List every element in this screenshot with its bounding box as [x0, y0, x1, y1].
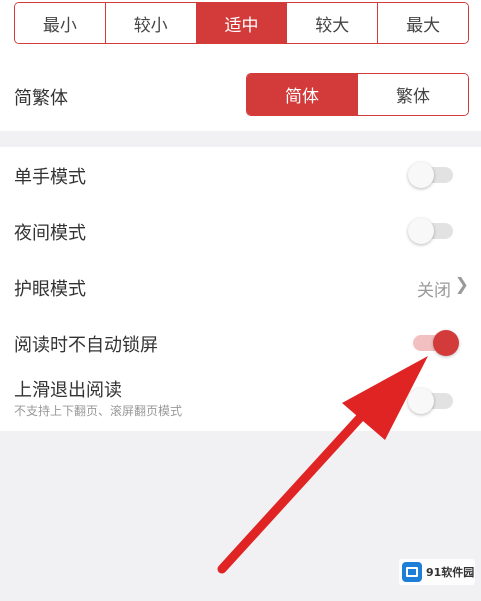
font-size-option-medium[interactable]: 适中	[195, 3, 287, 43]
script-selector: 简体 繁体	[246, 73, 469, 116]
setting-row-night-mode[interactable]: 夜间模式	[0, 203, 481, 259]
toggle-knob	[408, 218, 434, 244]
setting-row-no-auto-lock[interactable]: 阅读时不自动锁屏	[0, 315, 481, 371]
swipe-exit-sublabel: 不支持上下翻页、滚屏翻页模式	[14, 404, 183, 418]
no-auto-lock-toggle[interactable]	[413, 330, 459, 356]
swipe-exit-label: 上滑退出阅读	[14, 380, 122, 401]
swipe-exit-toggle[interactable]	[408, 388, 453, 414]
eye-care-mode-label: 护眼模式	[14, 279, 86, 300]
font-size-option-large[interactable]: 较大	[286, 3, 378, 43]
one-hand-mode-toggle[interactable]	[408, 162, 453, 188]
no-auto-lock-label: 阅读时不自动锁屏	[14, 335, 158, 356]
font-size-option-largest[interactable]: 最大	[377, 3, 468, 43]
script-setting-label: 简繁体	[14, 88, 68, 109]
script-option-simplified[interactable]: 简体	[247, 74, 357, 115]
watermark-logo-icon	[402, 562, 422, 582]
watermark-brand: 91软件园	[426, 566, 475, 579]
setting-row-one-hand-mode[interactable]: 单手模式	[0, 147, 481, 203]
setting-row-eye-care-mode[interactable]: 护眼模式 关闭 ❯	[0, 259, 481, 315]
toggle-knob	[433, 330, 459, 356]
settings-list: 单手模式 夜间模式 护眼模式 关闭 ❯ 阅读时不自动锁屏 上滑退出阅读 不支持上…	[0, 147, 481, 431]
script-option-traditional[interactable]: 繁体	[357, 74, 468, 115]
watermark: 91软件园	[399, 559, 475, 585]
font-size-option-small[interactable]: 较小	[104, 3, 196, 43]
toggle-knob	[408, 162, 434, 188]
chevron-right-icon: ❯	[454, 275, 469, 295]
reader-settings-top: 最小 较小 适中 较大 最大 简繁体 简体 繁体	[0, 0, 481, 131]
font-size-selector: 最小 较小 适中 较大 最大	[14, 2, 469, 44]
night-mode-toggle[interactable]	[408, 218, 453, 244]
font-size-option-smallest[interactable]: 最小	[15, 3, 105, 43]
eye-care-mode-value: 关闭	[417, 281, 451, 301]
setting-row-swipe-exit[interactable]: 上滑退出阅读 不支持上下翻页、滚屏翻页模式	[0, 371, 481, 431]
night-mode-label: 夜间模式	[14, 223, 86, 244]
one-hand-mode-label: 单手模式	[14, 167, 86, 188]
toggle-knob	[408, 388, 434, 414]
